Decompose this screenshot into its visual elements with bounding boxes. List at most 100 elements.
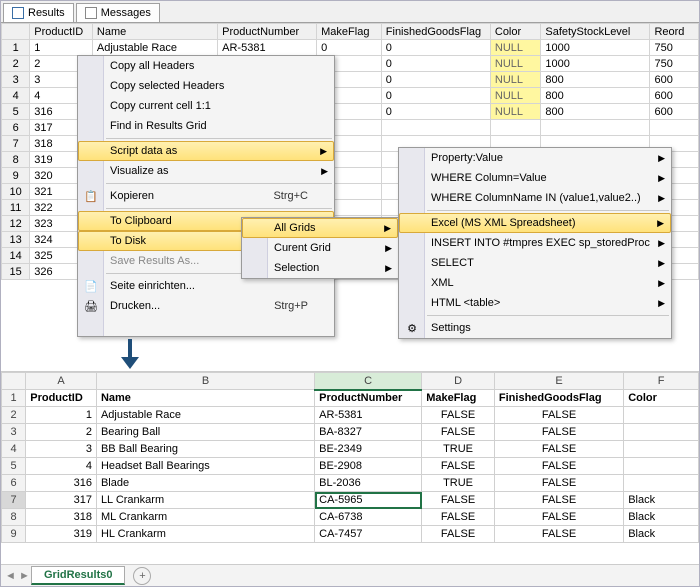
table-row[interactable]: 11Adjustable RaceAR-538100NULL1000750 [2, 40, 699, 56]
row-header-corner[interactable] [2, 24, 30, 40]
cell[interactable]: FALSE [422, 407, 495, 424]
col-E[interactable]: E [494, 373, 623, 390]
row-number[interactable]: 3 [2, 424, 26, 441]
tab-messages[interactable]: Messages [76, 3, 160, 22]
cell[interactable] [541, 120, 650, 136]
cell[interactable]: CA-7457 [315, 526, 422, 543]
cell[interactable] [624, 458, 699, 475]
cell[interactable]: BE-2349 [315, 441, 422, 458]
cell[interactable]: FALSE [422, 492, 495, 509]
cell[interactable] [381, 120, 490, 136]
sheet-nav[interactable]: ◄ ► [5, 570, 30, 582]
cell[interactable] [624, 441, 699, 458]
cell[interactable]: Bearing Ball [96, 424, 314, 441]
cell[interactable]: Black [624, 526, 699, 543]
menu-copy-all-headers[interactable]: Copy all Headers [78, 56, 334, 76]
row-number[interactable]: 8 [2, 509, 26, 526]
menu-find-in-grid[interactable]: Find in Results Grid [78, 116, 334, 136]
row-number[interactable]: 4 [2, 88, 30, 104]
cell[interactable]: FALSE [494, 458, 623, 475]
col-D[interactable]: D [422, 373, 495, 390]
cell[interactable]: 800 [541, 104, 650, 120]
cell[interactable]: FALSE [494, 509, 623, 526]
sheet-row[interactable]: 6316BladeBL-2036TRUEFALSE [2, 475, 699, 492]
row-number[interactable]: 9 [2, 526, 26, 543]
cell[interactable]: Adjustable Race [92, 40, 217, 56]
cell[interactable]: CA-6738 [315, 509, 422, 526]
cell[interactable]: 316 [26, 475, 97, 492]
cell[interactable]: FinishedGoodsFlag [494, 390, 623, 407]
row-number[interactable]: 6 [2, 120, 30, 136]
cell[interactable]: TRUE [422, 475, 495, 492]
cell[interactable]: 0 [381, 88, 490, 104]
row-number[interactable]: 14 [2, 248, 30, 264]
cell[interactable]: BL-2036 [315, 475, 422, 492]
sheet-row[interactable]: 9319HL CrankarmCA-7457FALSEFALSEBlack [2, 526, 699, 543]
cell[interactable]: Black [624, 509, 699, 526]
cell[interactable]: NULL [490, 72, 541, 88]
cell[interactable]: AR-5381 [218, 40, 317, 56]
cell[interactable]: HL Crankarm [96, 526, 314, 543]
menu-insert-into[interactable]: INSERT INTO #tmpres EXEC sp_storedProc▶ [399, 233, 671, 253]
col-A[interactable]: A [26, 373, 97, 390]
tab-results[interactable]: Results [3, 3, 74, 22]
row-number[interactable]: 5 [2, 104, 30, 120]
row-number[interactable]: 3 [2, 72, 30, 88]
row-number[interactable]: 5 [2, 458, 26, 475]
menu-page-setup[interactable]: 📄Seite einrichten... [78, 276, 334, 296]
cell[interactable]: FALSE [422, 526, 495, 543]
col-F[interactable]: F [624, 373, 699, 390]
corner-cell[interactable] [2, 373, 26, 390]
sheet-row[interactable]: 32Bearing BallBA-8327FALSEFALSE [2, 424, 699, 441]
row-number[interactable]: 12 [2, 216, 30, 232]
cell[interactable]: BA-8327 [315, 424, 422, 441]
col-C[interactable]: C [315, 373, 422, 390]
row-number[interactable]: 2 [2, 56, 30, 72]
sheet-row[interactable]: 43BB Ball BearingBE-2349TRUEFALSE [2, 441, 699, 458]
menu-xml[interactable]: XML▶ [399, 273, 671, 293]
cell[interactable]: 1000 [541, 40, 650, 56]
cell[interactable]: FALSE [422, 458, 495, 475]
menu-all-grids[interactable]: All Grids▶ [242, 218, 398, 238]
cell[interactable]: ML Crankarm [96, 509, 314, 526]
col-header[interactable]: Color [490, 24, 541, 40]
cell[interactable]: FALSE [422, 509, 495, 526]
col-header[interactable]: ProductID [30, 24, 93, 40]
cell[interactable]: 319 [26, 526, 97, 543]
cell[interactable]: Black [624, 492, 699, 509]
cell[interactable] [624, 475, 699, 492]
cell[interactable]: 750 [650, 56, 699, 72]
menu-where-in[interactable]: WHERE ColumnName IN (value1,value2..)▶ [399, 188, 671, 208]
col-header[interactable]: Reord [650, 24, 699, 40]
menu-print[interactable]: 🖨Drucken...Strg+P [78, 296, 334, 316]
cell[interactable]: FALSE [494, 441, 623, 458]
cell[interactable]: FALSE [494, 526, 623, 543]
menu-select[interactable]: SELECT▶ [399, 253, 671, 273]
cell[interactable]: ProductID [26, 390, 97, 407]
sheet-row[interactable]: 7317LL CrankarmCA-5965FALSEFALSEBlack [2, 492, 699, 509]
row-number[interactable]: 9 [2, 168, 30, 184]
menu-visualize-as[interactable]: Visualize as▶ [78, 161, 334, 181]
row-number[interactable]: 2 [2, 407, 26, 424]
cell[interactable]: 1000 [541, 56, 650, 72]
menu-where-column[interactable]: WHERE Column=Value▶ [399, 168, 671, 188]
cell[interactable]: 318 [26, 509, 97, 526]
cell[interactable]: 3 [26, 441, 97, 458]
menu-copy-selected-headers[interactable]: Copy selected Headers [78, 76, 334, 96]
sheet-row[interactable]: 21Adjustable RaceAR-5381FALSEFALSE [2, 407, 699, 424]
cell[interactable]: FALSE [494, 424, 623, 441]
row-number[interactable]: 8 [2, 152, 30, 168]
cell[interactable]: NULL [490, 104, 541, 120]
cell[interactable]: 0 [381, 104, 490, 120]
row-number[interactable]: 15 [2, 264, 30, 280]
menu-copy-current-cell[interactable]: Copy current cell 1:1 [78, 96, 334, 116]
row-number[interactable]: 7 [2, 136, 30, 152]
menu-current-grid[interactable]: Curent Grid▶ [242, 238, 398, 258]
sheet-tab[interactable]: GridResults0 [31, 566, 125, 585]
cell[interactable]: Adjustable Race [96, 407, 314, 424]
cell[interactable]: FALSE [422, 424, 495, 441]
cell[interactable]: 0 [381, 72, 490, 88]
row-number[interactable]: 10 [2, 184, 30, 200]
cell[interactable]: NULL [490, 40, 541, 56]
cell[interactable] [624, 407, 699, 424]
